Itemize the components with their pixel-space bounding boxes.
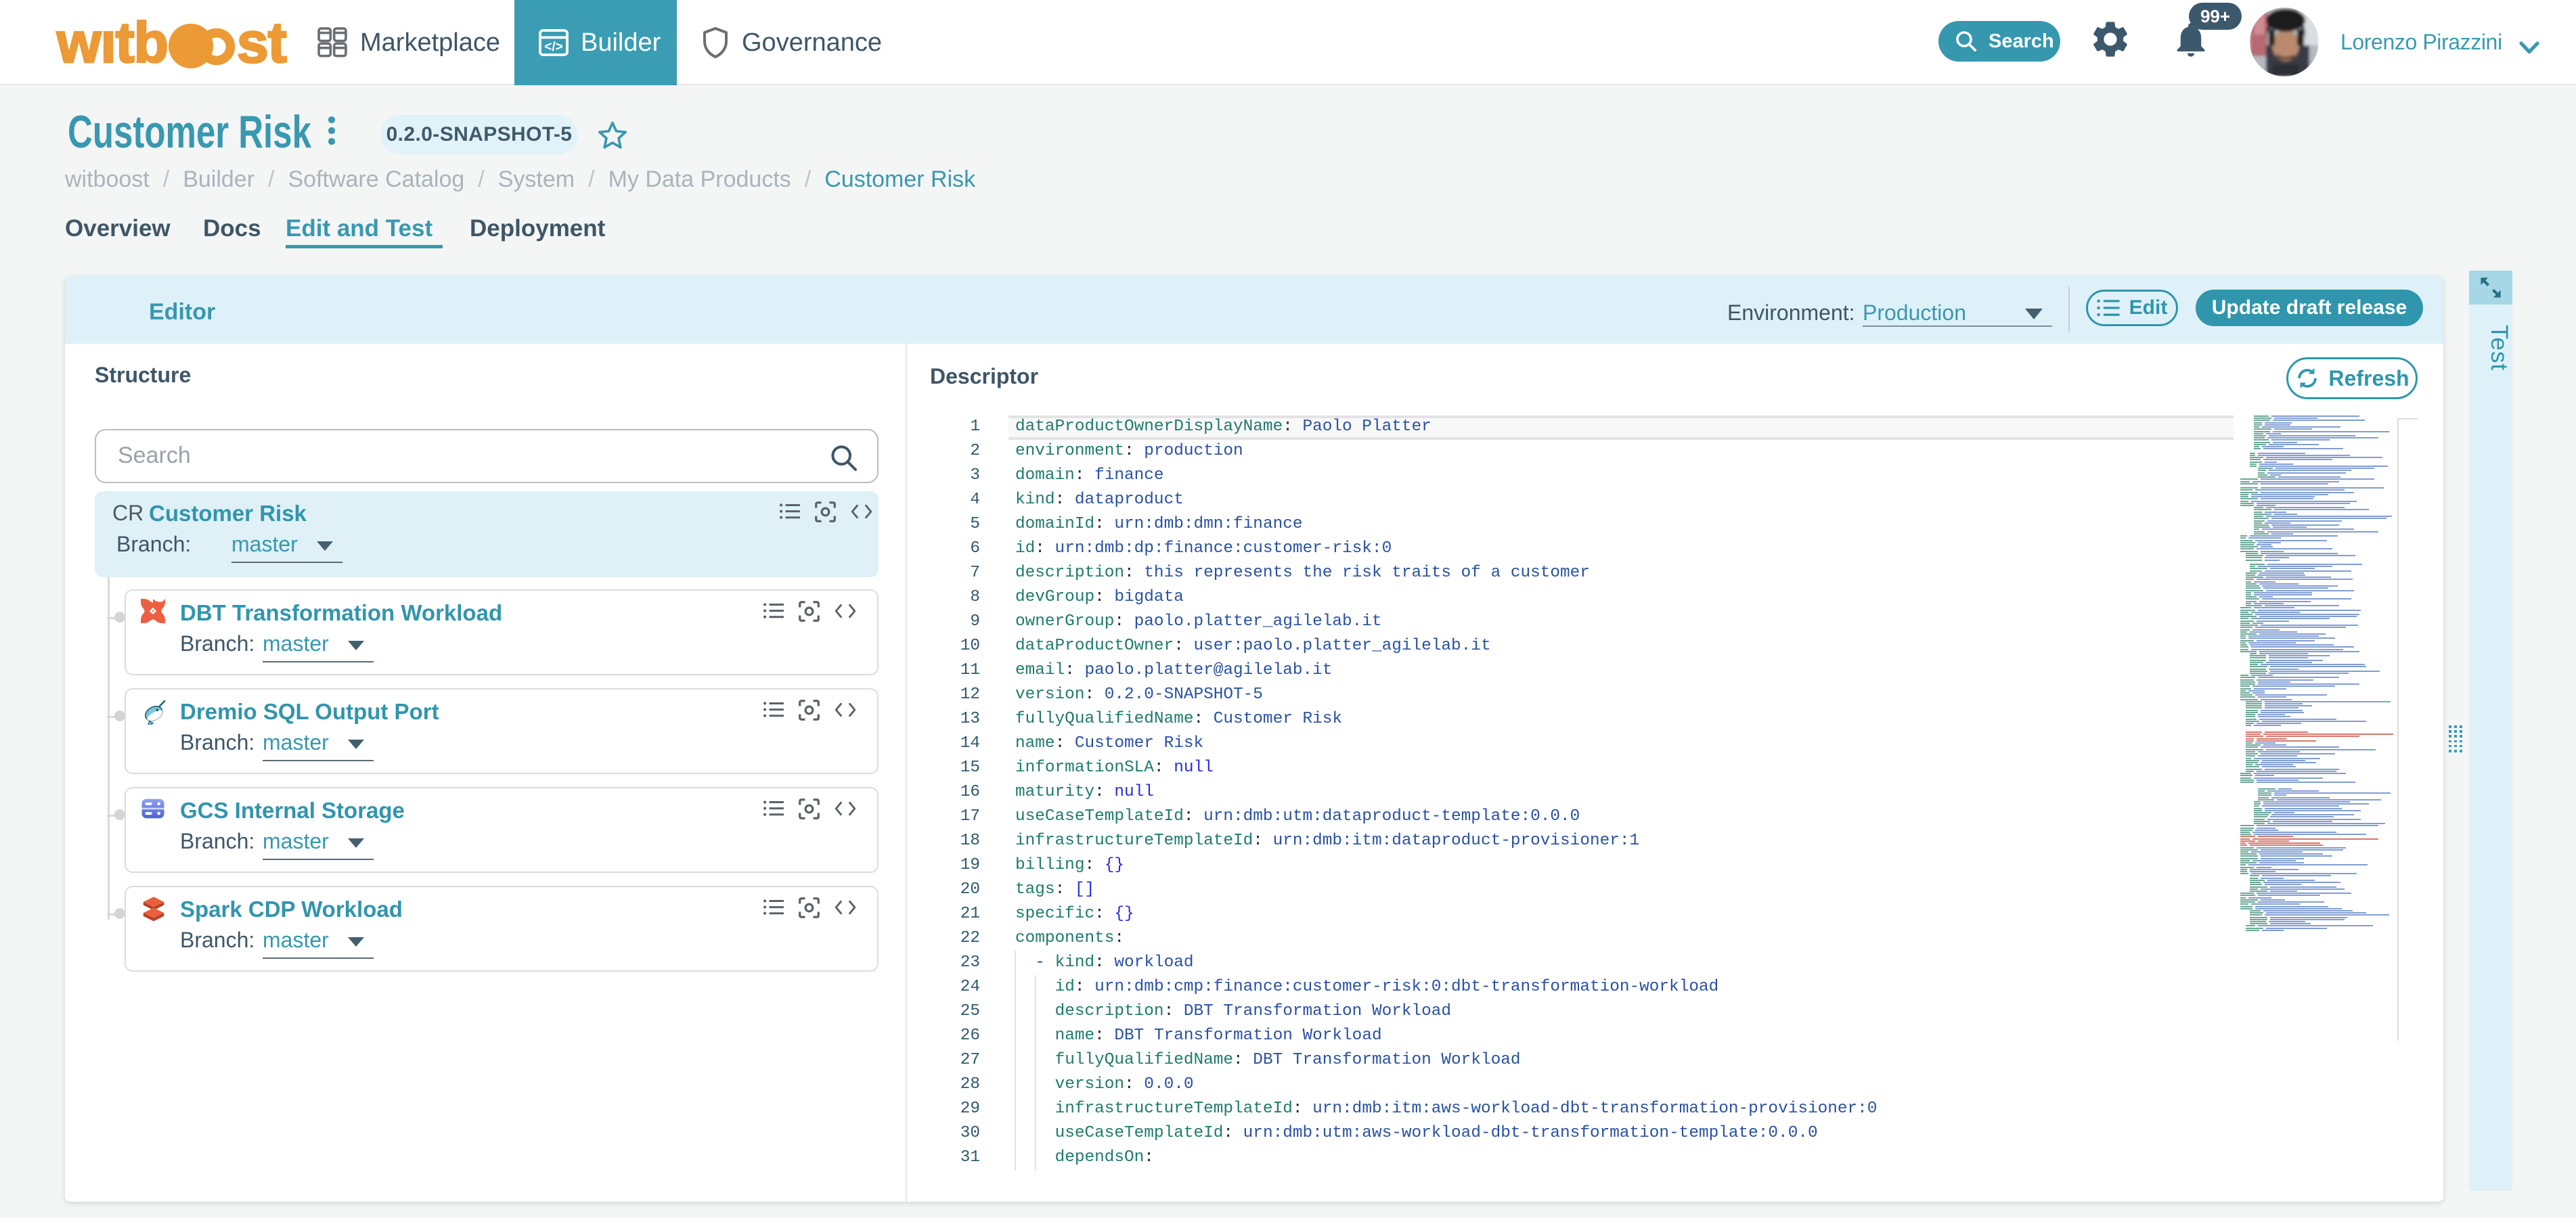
svg-text:</>: </> — [544, 40, 562, 54]
